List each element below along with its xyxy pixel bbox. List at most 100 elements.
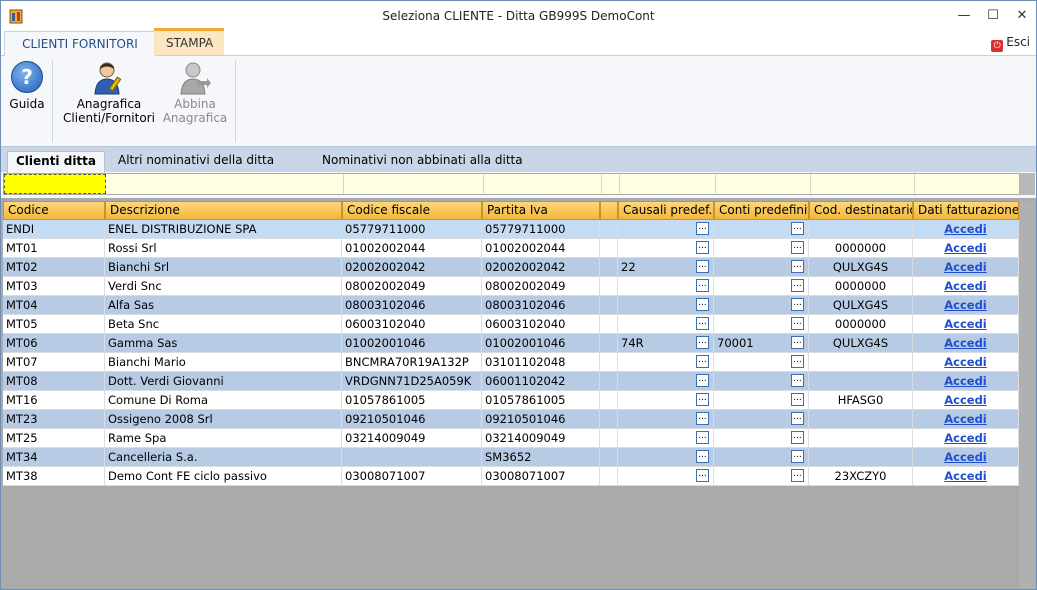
table-row[interactable]: MT04 Alfa Sas 08003102046 08003102046......… [3, 296, 1019, 315]
table-row[interactable]: MT23 Ossigeno 2008 Srl 09210501046 09210501… [3, 410, 1019, 429]
column-header-descrizione[interactable]: Descrizione [105, 201, 342, 220]
accedi-link[interactable]: Accedi [913, 277, 1019, 296]
conti-ellipsis-button[interactable]: ... [791, 450, 804, 463]
filter-conti[interactable] [715, 174, 811, 194]
causali-ellipsis-button[interactable]: ... [696, 431, 709, 444]
accedi-link[interactable]: Accedi [913, 353, 1019, 372]
conti-ellipsis-button[interactable]: ... [791, 412, 804, 425]
user-link-icon [180, 62, 211, 95]
causali-ellipsis-button[interactable]: ... [696, 260, 709, 273]
filter-dati-fatturazione[interactable] [914, 174, 1019, 194]
cf-cell: BNCMRA70R19A132P [342, 353, 482, 372]
accedi-link[interactable]: Accedi [913, 239, 1019, 258]
blank-cell [600, 277, 618, 296]
grid-scrollbar[interactable] [1019, 201, 1035, 589]
codice-cell: MT08 [3, 372, 105, 391]
codice-cell: MT25 [3, 429, 105, 448]
filter-codice[interactable] [4, 174, 106, 194]
causali-ellipsis-button[interactable]: ... [696, 469, 709, 482]
table-row[interactable]: MT25 Rame Spa 03214009049 03214009049......… [3, 429, 1019, 448]
column-header-codice-fiscale[interactable]: Codice fiscale [342, 201, 482, 220]
table-row[interactable]: MT05 Beta Snc 06003102040 06003102040......… [3, 315, 1019, 334]
table-row[interactable]: MT07 Bianchi Mario BNCMRA70R19A132P 0310110… [3, 353, 1019, 372]
conti-ellipsis-button[interactable]: ... [791, 298, 804, 311]
filter-codice-fiscale[interactable] [343, 174, 484, 194]
minimize-button[interactable]: — [950, 5, 978, 27]
filter-partita-iva[interactable] [483, 174, 602, 194]
accedi-link[interactable]: Accedi [913, 334, 1019, 353]
conti-ellipsis-button[interactable]: ... [791, 469, 804, 482]
filter-scrollbar[interactable] [1019, 173, 1035, 195]
descrizione-cell: ENEL DISTRIBUZIONE SPA [105, 220, 342, 239]
accedi-link[interactable]: Accedi [913, 448, 1019, 467]
abbina-button[interactable]: Abbina Anagrafica [159, 61, 231, 125]
accedi-link[interactable]: Accedi [913, 220, 1019, 239]
accedi-link[interactable]: Accedi [913, 467, 1019, 486]
table-row[interactable]: MT08 Dott. Verdi Giovanni VRDGNN71D25A059K… [3, 372, 1019, 391]
column-header-cod-destinatario[interactable]: Cod. destinatario [809, 201, 913, 220]
filter-descrizione[interactable] [106, 174, 344, 194]
table-row[interactable]: MT02 Bianchi Srl 02002002042 02002002042 22.… [3, 258, 1019, 277]
conti-ellipsis-button[interactable]: ... [791, 222, 804, 235]
table-row[interactable]: MT03 Verdi Snc 08002002049 08002002049.....… [3, 277, 1019, 296]
causali-ellipsis-button[interactable]: ... [696, 450, 709, 463]
column-header-codice[interactable]: Codice [3, 201, 105, 220]
column-header-causali[interactable]: Causali predef. [618, 201, 714, 220]
conti-ellipsis-button[interactable]: ... [791, 336, 804, 349]
table-row[interactable]: MT16 Comune Di Roma 01057861005 01057861005… [3, 391, 1019, 410]
conti-ellipsis-button[interactable]: ... [791, 279, 804, 292]
dest-cell: 0000000 [809, 277, 913, 296]
accedi-link[interactable]: Accedi [913, 315, 1019, 334]
causali-ellipsis-button[interactable]: ... [696, 336, 709, 349]
conti-ellipsis-button[interactable]: ... [791, 374, 804, 387]
blank-cell [600, 448, 618, 467]
accedi-link[interactable]: Accedi [913, 296, 1019, 315]
filter-causali[interactable] [619, 174, 716, 194]
subtab-clienti-ditta[interactable]: Clienti ditta [7, 151, 105, 173]
conti-ellipsis-button[interactable]: ... [791, 393, 804, 406]
dest-cell [809, 410, 913, 429]
causali-ellipsis-button[interactable]: ... [696, 298, 709, 311]
table-row[interactable]: MT06 Gamma Sas 01002001046 01002001046 74R..… [3, 334, 1019, 353]
accedi-link[interactable]: Accedi [913, 391, 1019, 410]
guida-button[interactable]: ? Guida [6, 61, 48, 111]
causali-ellipsis-button[interactable]: ... [696, 355, 709, 368]
causali-ellipsis-button[interactable]: ... [696, 412, 709, 425]
codice-cell: MT05 [3, 315, 105, 334]
blank-cell [600, 353, 618, 372]
causali-ellipsis-button[interactable]: ... [696, 222, 709, 235]
accedi-link[interactable]: Accedi [913, 258, 1019, 277]
close-button[interactable]: ✕ [1008, 5, 1036, 27]
causali-ellipsis-button[interactable]: ... [696, 279, 709, 292]
tab-stampa[interactable]: STAMPA [154, 28, 224, 55]
accedi-link[interactable]: Accedi [913, 372, 1019, 391]
causali-ellipsis-button[interactable]: ... [696, 374, 709, 387]
conti-ellipsis-button[interactable]: ... [791, 355, 804, 368]
conti-ellipsis-button[interactable]: ... [791, 260, 804, 273]
tab-clienti-fornitori[interactable]: CLIENTI FORNITORI [4, 31, 156, 56]
conti-ellipsis-button[interactable]: ... [791, 317, 804, 330]
table-row[interactable]: MT01 Rossi Srl 01002002044 01002002044.....… [3, 239, 1019, 258]
table-row[interactable]: ENDI ENEL DISTRIBUZIONE SPA 05779711000 057… [3, 220, 1019, 239]
subtab-nominativi-non-abbinati[interactable]: Nominativi non abbinati alla ditta [322, 151, 523, 172]
accedi-link[interactable]: Accedi [913, 410, 1019, 429]
filter-cod-destinatario[interactable] [810, 174, 915, 194]
causali-ellipsis-button[interactable]: ... [696, 393, 709, 406]
table-row[interactable]: MT34 Cancelleria S.a. SM3652...... Accedi [3, 448, 1019, 467]
descrizione-cell: Bianchi Mario [105, 353, 342, 372]
maximize-button[interactable]: ☐ [979, 5, 1007, 27]
column-header-partita-iva[interactable]: Partita Iva [482, 201, 600, 220]
causali-ellipsis-button[interactable]: ... [696, 241, 709, 254]
anagrafica-button[interactable]: Anagrafica Clienti/Fornitori [59, 61, 159, 125]
column-header-dati-fatturazione[interactable]: Dati fatturazione [913, 201, 1019, 220]
conti-ellipsis-button[interactable]: ... [791, 431, 804, 444]
esci-button[interactable]: ⏻ Esci [991, 35, 1030, 52]
column-header-blank[interactable] [600, 201, 618, 220]
column-header-conti[interactable]: Conti predefiniti [714, 201, 809, 220]
subtab-altri-nominativi[interactable]: Altri nominativi della ditta [118, 151, 274, 172]
causali-ellipsis-button[interactable]: ... [696, 317, 709, 330]
filter-blank[interactable] [601, 174, 620, 194]
table-row[interactable]: MT38 Demo Cont FE ciclo passivo 0300807100… [3, 467, 1019, 486]
conti-ellipsis-button[interactable]: ... [791, 241, 804, 254]
accedi-link[interactable]: Accedi [913, 429, 1019, 448]
